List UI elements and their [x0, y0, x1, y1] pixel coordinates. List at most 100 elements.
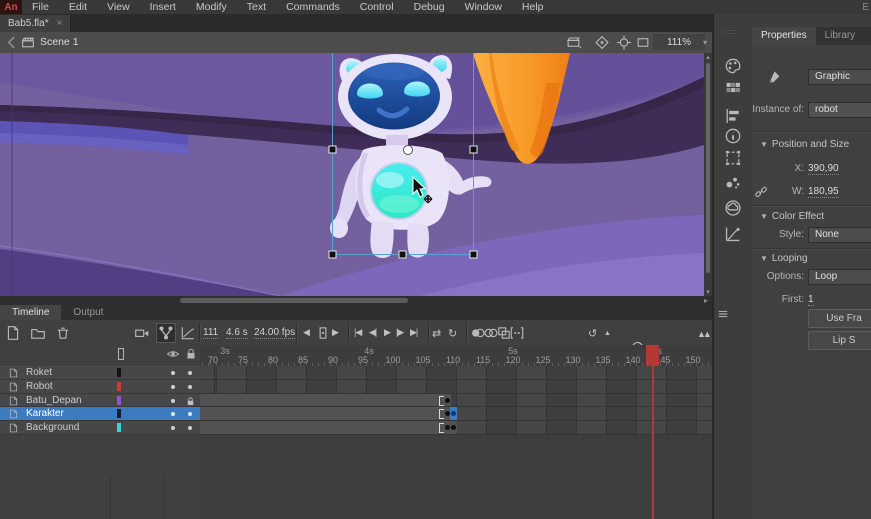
frame-rate-value[interactable]: 24.00 fps — [254, 327, 295, 339]
loop-frame-range-icon[interactable] — [315, 325, 331, 341]
step-forward-one-icon[interactable]: ▶ — [332, 327, 338, 338]
w-value[interactable]: 180,95 — [808, 186, 839, 198]
step-back-icon[interactable]: ◀| — [369, 327, 376, 338]
stage-canvas[interactable] — [0, 53, 704, 296]
layer-name[interactable]: Roket — [26, 367, 52, 378]
edit-scene-icon[interactable] — [566, 35, 582, 50]
collapse-triangle-icon[interactable]: ▼ — [760, 212, 768, 221]
layer-visibility-dot[interactable] — [171, 371, 175, 375]
frame-span[interactable] — [200, 394, 444, 407]
zoom-in-timeline-icon[interactable]: ▲▲ — [697, 329, 709, 339]
scroll-down-icon[interactable]: ▾ — [704, 288, 712, 296]
frames-area[interactable]: 3s4s5s6s70758085909510010511011512012513… — [200, 345, 712, 519]
zoom-out-timeline-icon[interactable]: ▲ — [604, 330, 610, 337]
tab-library[interactable]: Library — [816, 27, 865, 45]
scene-name[interactable]: Scene 1 — [40, 36, 79, 48]
horizontal-scroll-thumb[interactable] — [180, 298, 408, 303]
elapsed-time-value[interactable]: 4.6 s — [226, 327, 248, 339]
tab-output[interactable]: Output — [61, 305, 115, 320]
step-forward-icon[interactable]: |▶ — [396, 327, 403, 338]
info-icon[interactable] — [724, 127, 742, 145]
section-position-size[interactable]: ▼Position and Size — [760, 139, 871, 150]
layer-outline-swatch[interactable] — [117, 409, 121, 418]
edit-symbols-icon[interactable] — [594, 35, 610, 50]
menu-item-help[interactable]: Help — [512, 0, 554, 14]
timeline-ruler[interactable]: 3s4s5s6s70758085909510010511011512012513… — [200, 345, 712, 367]
layer-name[interactable]: Background — [26, 422, 79, 433]
use-frame-picker-button[interactable]: Use Fra — [808, 309, 871, 328]
symbol-type-dropdown[interactable]: Graphic — [808, 69, 871, 85]
first-frame-value[interactable]: 1 — [808, 294, 814, 306]
camera-icon[interactable] — [134, 325, 150, 341]
menu-item-control[interactable]: Control — [350, 0, 404, 14]
layer-name[interactable]: Karakter — [26, 408, 64, 419]
layer-frames-background[interactable] — [200, 421, 712, 435]
center-playhead-icon[interactable]: ⇄ — [432, 327, 441, 340]
creative-cloud-icon[interactable] — [724, 199, 742, 217]
outline-column-icon[interactable] — [114, 347, 128, 361]
layer-frames-robot[interactable] — [200, 380, 712, 394]
layer-frames-karakter[interactable] — [200, 407, 712, 421]
layer-lock-dot[interactable] — [188, 412, 192, 416]
chevron-down-icon[interactable]: ▾ — [703, 38, 707, 47]
menu-item-insert[interactable]: Insert — [140, 0, 186, 14]
playhead-marker[interactable] — [646, 345, 659, 366]
layer-name[interactable]: Batu_Depan — [26, 395, 82, 406]
scroll-right-icon[interactable]: ▸ — [704, 296, 708, 305]
instance-name-field[interactable]: robot — [808, 102, 871, 118]
tab-timeline[interactable]: Timeline — [0, 305, 61, 320]
loop-options-dropdown[interactable]: Loop — [808, 269, 871, 285]
keyframe-cell[interactable] — [444, 394, 451, 407]
dock-grip[interactable]: ::::: — [722, 29, 737, 36]
new-layer-icon[interactable] — [5, 325, 21, 341]
step-back-one-icon[interactable]: ◀ — [303, 327, 309, 338]
layer-parenting-toggle[interactable] — [156, 323, 176, 343]
menu-item-edit[interactable]: Edit — [59, 0, 97, 14]
menu-item-commands[interactable]: Commands — [276, 0, 350, 14]
layer-row-robot[interactable]: Robot — [0, 380, 200, 394]
style-dropdown[interactable]: None — [808, 227, 871, 243]
menu-item-window[interactable]: Window — [455, 0, 512, 14]
modify-markers-icon[interactable] — [509, 325, 525, 341]
layer-visibility-dot[interactable] — [171, 426, 175, 430]
layer-lock-dot[interactable] — [188, 371, 192, 375]
lock-icon[interactable] — [185, 396, 196, 407]
layer-outline-swatch[interactable] — [117, 396, 121, 405]
selected-frame-cell[interactable] — [450, 407, 457, 420]
center-stage-icon[interactable] — [616, 35, 632, 50]
menu-item-view[interactable]: View — [97, 0, 140, 14]
vertical-scroll-thumb[interactable] — [706, 63, 710, 273]
close-icon[interactable]: × — [57, 18, 63, 29]
align-icon[interactable] — [724, 107, 742, 125]
new-folder-icon[interactable] — [30, 325, 46, 341]
layer-row-batu_depan[interactable]: Batu_Depan — [0, 394, 200, 408]
x-value[interactable]: 390,90 — [808, 163, 839, 175]
layer-frames-roket[interactable] — [200, 366, 712, 380]
tab-properties[interactable]: Properties — [752, 27, 816, 45]
delete-layer-icon[interactable] — [55, 325, 71, 341]
layer-outline-swatch[interactable] — [117, 423, 121, 432]
keyframe-cell[interactable] — [450, 421, 457, 434]
layer-frames-batu_depan[interactable] — [200, 394, 712, 408]
lip-syncing-button[interactable]: Lip S — [808, 331, 871, 350]
go-to-last-frame-icon[interactable]: ▶| — [410, 327, 417, 338]
frame-span[interactable] — [200, 407, 444, 420]
workspace-switcher[interactable]: E — [862, 2, 871, 13]
layer-row-roket[interactable]: Roket — [0, 366, 200, 380]
back-arrow-icon[interactable] — [4, 35, 20, 50]
layer-outline-swatch[interactable] — [117, 368, 121, 377]
layer-visibility-dot[interactable] — [171, 385, 175, 389]
motion-graph-icon[interactable] — [724, 225, 742, 243]
scroll-up-icon[interactable]: ▴ — [704, 53, 712, 61]
play-icon[interactable]: ▶ — [384, 327, 390, 338]
palette-icon[interactable] — [724, 57, 742, 75]
reset-timeline-zoom-icon[interactable]: ↺ — [588, 327, 597, 340]
clip-content-icon[interactable] — [635, 35, 651, 50]
layer-lock-dot[interactable] — [188, 426, 192, 430]
menu-item-modify[interactable]: Modify — [186, 0, 237, 14]
transform-icon[interactable] — [724, 149, 742, 167]
swatches-icon[interactable] — [724, 79, 742, 97]
layer-name[interactable]: Robot — [26, 381, 53, 392]
menu-item-file[interactable]: File — [22, 0, 59, 14]
layer-row-background[interactable]: Background — [0, 421, 200, 435]
